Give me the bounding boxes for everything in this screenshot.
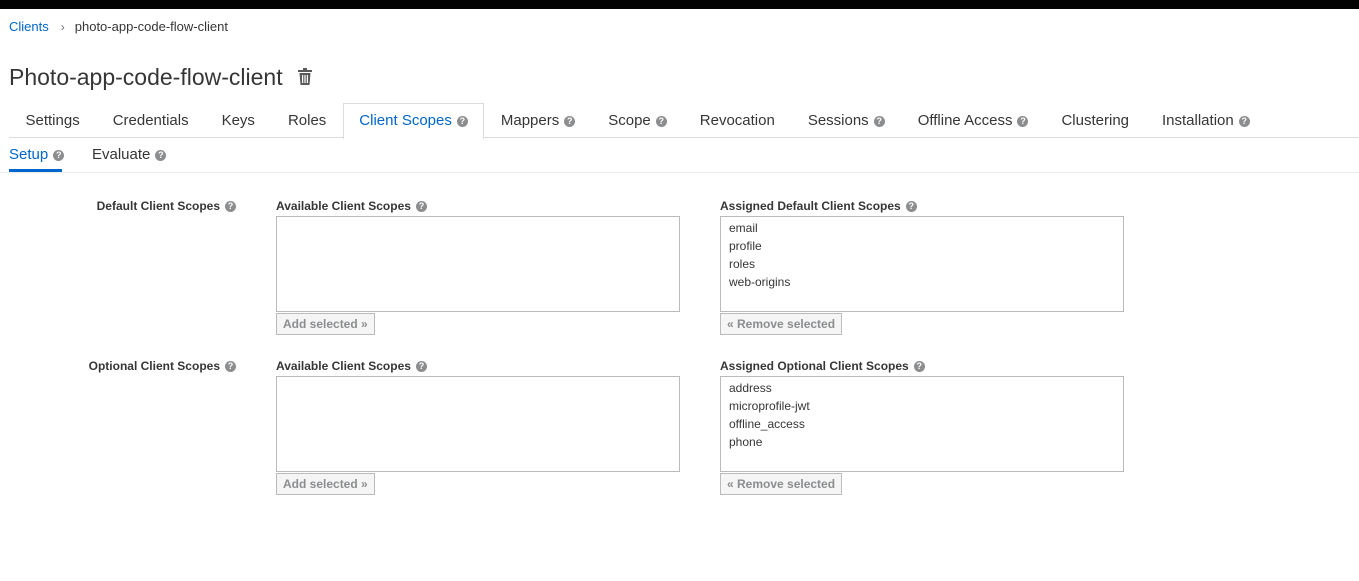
help-icon: ? [564, 116, 576, 127]
active-subtab-indicator [9, 169, 62, 172]
help-icon: ? [873, 116, 885, 127]
breadcrumb-current: photo-app-code-flow-client [74, 19, 228, 34]
tab-credentials[interactable]: Credentials [96, 103, 205, 137]
list-item[interactable]: offline_access [721, 415, 1123, 433]
tab-installation[interactable]: Installation? [1146, 103, 1267, 137]
list-item[interactable]: phone [721, 433, 1123, 451]
help-icon: ? [225, 361, 236, 372]
help-icon: ? [225, 201, 236, 212]
optional-assigned-listbox[interactable]: address microprofile-jwt offline_access … [720, 376, 1124, 472]
default-assigned-listbox[interactable]: email profile roles web-origins [720, 216, 1124, 312]
page-title: Photo-app-code-flow-client [9, 64, 283, 90]
tab-settings[interactable]: Settings [9, 103, 96, 137]
help-icon: ? [905, 201, 917, 212]
help-icon: ? [415, 361, 427, 372]
list-item[interactable]: profile [721, 237, 1123, 255]
sub-tabs: Setup? Evaluate? [0, 138, 1359, 173]
list-item[interactable]: email [721, 219, 1123, 237]
tab-sessions[interactable]: Sessions? [791, 103, 901, 137]
top-bar [0, 0, 1359, 9]
help-icon: ? [456, 116, 468, 127]
tab-keys[interactable]: Keys [205, 103, 271, 137]
title-row: Photo-app-code-flow-client [9, 64, 312, 91]
tab-scope[interactable]: Scope? [592, 103, 684, 137]
breadcrumb: Clients › photo-app-code-flow-client [9, 19, 228, 34]
help-icon: ? [53, 150, 65, 161]
tab-client-scopes[interactable]: Client Scopes? [342, 103, 485, 139]
default-client-scopes-label: Default Client Scopes? [97, 199, 236, 213]
help-icon: ? [415, 201, 427, 212]
breadcrumb-clients-link[interactable]: Clients [9, 19, 49, 34]
help-icon: ? [913, 361, 925, 372]
optional-remove-selected-button[interactable]: « Remove selected [720, 473, 843, 495]
trash-icon[interactable] [297, 67, 312, 90]
subtab-evaluate[interactable]: Evaluate? [92, 146, 167, 163]
help-icon: ? [655, 116, 667, 127]
default-available-listbox[interactable] [276, 216, 680, 312]
list-item[interactable]: microprofile-jwt [721, 397, 1123, 415]
list-item[interactable]: web-origins [721, 273, 1123, 291]
tab-clustering[interactable]: Clustering [1045, 103, 1146, 137]
default-available-label: Available Client Scopes? [276, 199, 427, 213]
help-icon: ? [1238, 116, 1250, 127]
subtab-setup[interactable]: Setup? [9, 146, 65, 163]
help-icon: ? [155, 150, 167, 161]
default-assigned-label: Assigned Default Client Scopes? [720, 199, 917, 213]
breadcrumb-separator: › [60, 19, 65, 34]
list-item[interactable]: roles [721, 255, 1123, 273]
optional-client-scopes-label: Optional Client Scopes? [89, 359, 236, 373]
optional-available-label: Available Client Scopes? [276, 359, 427, 373]
tab-mappers[interactable]: Mappers? [484, 103, 591, 137]
default-add-selected-button[interactable]: Add selected » [276, 313, 375, 335]
list-item[interactable]: address [721, 379, 1123, 397]
help-icon: ? [1017, 116, 1029, 127]
client-tabs: Settings Credentials Keys Roles Client S… [9, 103, 1359, 139]
optional-available-listbox[interactable] [276, 376, 680, 472]
tab-offline-access[interactable]: Offline Access? [901, 103, 1045, 137]
optional-assigned-label: Assigned Optional Client Scopes? [720, 359, 925, 373]
tab-roles[interactable]: Roles [271, 103, 342, 137]
tab-revocation[interactable]: Revocation [683, 103, 791, 137]
optional-add-selected-button[interactable]: Add selected » [276, 473, 375, 495]
default-remove-selected-button[interactable]: « Remove selected [720, 313, 843, 335]
